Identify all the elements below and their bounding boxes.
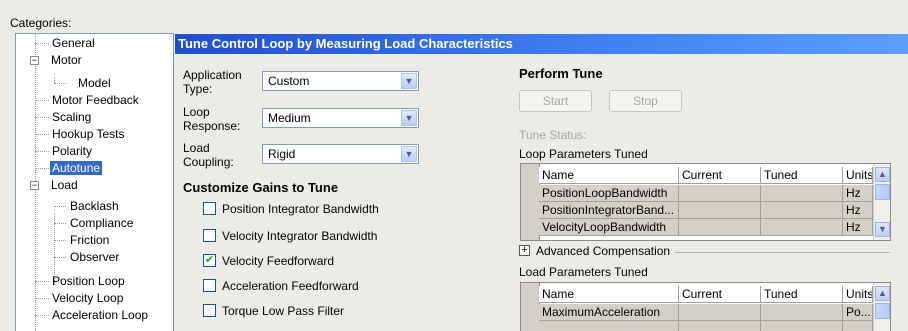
table-cell[interactable]: MaximumAcceleration <box>539 304 679 321</box>
table-cell[interactable] <box>761 219 843 236</box>
checkbox-icon[interactable] <box>203 202 216 215</box>
tree-item-motor-feedback[interactable]: Motor Feedback <box>50 92 141 109</box>
tree-item-load[interactable]: Load <box>49 177 80 194</box>
loop-params-title: Loop Parameters Tuned <box>519 147 648 161</box>
table-cell[interactable] <box>679 304 761 321</box>
table-cell[interactable]: Hz <box>843 219 873 236</box>
start-button[interactable]: Start <box>519 90 592 112</box>
checkbox-icon[interactable] <box>203 279 216 292</box>
checkbox-label: Velocity Feedforward <box>222 254 335 268</box>
divider <box>675 252 890 253</box>
checkbox-label: Position Integrator Bandwidth <box>222 202 379 216</box>
tree-item-polarity[interactable]: Polarity <box>50 143 94 160</box>
table-cell[interactable]: Hz <box>843 202 873 219</box>
customize-gains-title: Customize Gains to Tune <box>183 180 339 195</box>
column-header[interactable]: Name <box>539 167 679 184</box>
load-params-table[interactable]: Name Current Tuned Units MaximumAccelera… <box>520 282 891 331</box>
checkbox-icon[interactable] <box>203 229 216 242</box>
tree-item-observer[interactable]: Observer <box>68 249 121 266</box>
table-cell[interactable] <box>761 304 843 321</box>
tree-item-hookup-tests[interactable]: Hookup Tests <box>50 126 127 143</box>
plus-box-icon[interactable]: + <box>519 245 530 256</box>
application-type-label: Application Type: <box>183 68 242 96</box>
loop-response-value: Medium <box>268 111 311 125</box>
scrollbar[interactable]: ▲ <box>873 283 890 331</box>
load-params-title: Load Parameters Tuned <box>519 265 648 279</box>
tree-item-general[interactable]: General <box>50 35 97 52</box>
chevron-down-icon[interactable]: ▼ <box>401 146 417 162</box>
application-type-value: Custom <box>268 74 310 88</box>
chevron-up-icon[interactable]: ▲ <box>875 286 890 301</box>
advanced-compensation-toggle[interactable]: Advanced Compensation <box>536 244 670 258</box>
tree-item-compliance[interactable]: Compliance <box>68 215 135 232</box>
tree-item-acceleration-loop[interactable]: Acceleration Loop <box>50 307 150 324</box>
column-header[interactable]: Tuned <box>761 167 843 184</box>
tune-status-label: Tune Status: <box>519 128 587 142</box>
load-coupling-select[interactable]: Rigid ▼ <box>262 144 419 164</box>
scrollbar[interactable]: ▲ ▼ <box>873 164 890 240</box>
collapse-icon[interactable]: − <box>30 181 39 190</box>
scrollbar-thumb[interactable] <box>875 303 890 319</box>
categories-label: Categories: <box>10 16 72 30</box>
application-type-select[interactable]: Custom ▼ <box>262 71 419 91</box>
loop-response-select[interactable]: Medium ▼ <box>262 108 419 128</box>
table-cell[interactable]: PositionIntegratorBand... <box>539 202 679 219</box>
column-header[interactable]: Current <box>679 286 761 303</box>
checkmark-icon[interactable]: ✔ <box>203 254 216 267</box>
table-cell[interactable]: Po... <box>843 304 873 321</box>
chevron-up-icon[interactable]: ▲ <box>875 167 890 182</box>
tree-item-friction[interactable]: Friction <box>68 232 111 249</box>
column-header[interactable]: Units <box>843 286 873 303</box>
column-header[interactable]: Units <box>843 167 873 184</box>
tree-item-position-loop[interactable]: Position Loop <box>50 273 127 290</box>
table-cell[interactable]: Hz <box>843 185 873 202</box>
tree-item-motor[interactable]: Motor <box>49 52 84 69</box>
load-coupling-label: Load Coupling: <box>183 141 234 169</box>
column-header[interactable]: Tuned <box>761 286 843 303</box>
loop-params-table[interactable]: Name Current Tuned Units PositionLoopBan… <box>520 163 891 241</box>
table-cell[interactable] <box>679 185 761 202</box>
loop-response-label: Loop Response: <box>183 105 241 133</box>
table-cell[interactable] <box>679 202 761 219</box>
chevron-down-icon[interactable]: ▼ <box>401 110 417 126</box>
chevron-down-icon[interactable]: ▼ <box>401 73 417 89</box>
checkbox-label: Torque Low Pass Filter <box>222 304 345 318</box>
tree-item-autotune[interactable]: Autotune <box>50 160 103 177</box>
table-cell[interactable] <box>761 202 843 219</box>
page-title: Tune Control Loop by Measuring Load Char… <box>175 34 908 54</box>
table-cell[interactable]: PositionLoopBandwidth <box>539 185 679 202</box>
tree-item-scaling[interactable]: Scaling <box>50 109 93 126</box>
table-cell[interactable] <box>679 219 761 236</box>
tree-item-model[interactable]: Model <box>76 75 113 92</box>
perform-tune-title: Perform Tune <box>519 66 603 81</box>
load-coupling-value: Rigid <box>268 147 296 161</box>
category-tree[interactable]: − − General Motor Model Motor Feedback S… <box>15 33 174 331</box>
tree-item-velocity-loop[interactable]: Velocity Loop <box>50 290 125 307</box>
stop-button[interactable]: Stop <box>609 90 682 112</box>
table-cell[interactable] <box>761 185 843 202</box>
table-cell[interactable]: VelocityLoopBandwidth <box>539 219 679 236</box>
column-header[interactable]: Name <box>539 286 679 303</box>
scrollbar-thumb[interactable] <box>875 184 890 200</box>
column-header[interactable]: Current <box>679 167 761 184</box>
chevron-down-icon[interactable]: ▼ <box>875 222 890 237</box>
collapse-icon[interactable]: − <box>30 56 39 65</box>
checkbox-label: Velocity Integrator Bandwidth <box>222 229 378 243</box>
checkbox-icon[interactable] <box>203 304 216 317</box>
tree-item-backlash[interactable]: Backlash <box>68 198 121 215</box>
checkbox-label: Acceleration Feedforward <box>222 279 359 293</box>
